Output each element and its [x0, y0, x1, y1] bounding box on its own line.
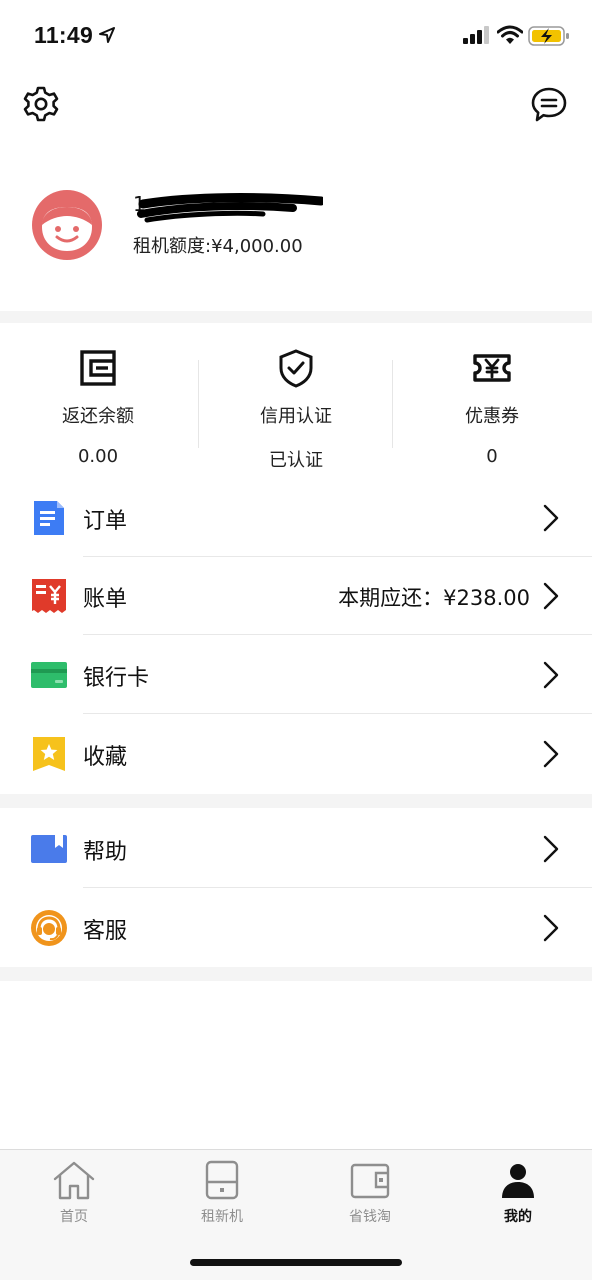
rental-credit-limit: 租机额度:¥4,000.00: [133, 236, 303, 257]
menu-item-bills[interactable]: 账单 本期应还：¥238.00: [0, 557, 592, 635]
message-bubble-icon[interactable]: [529, 84, 569, 124]
chevron-right-icon: [543, 504, 559, 532]
cellular-signal-icon: [463, 26, 489, 44]
wallet-tab-icon: [350, 1163, 390, 1199]
home-icon: [53, 1161, 95, 1200]
stat-title: 返还余额: [62, 406, 134, 427]
tab-home[interactable]: 首页: [0, 1160, 148, 1226]
bank-card-icon: [31, 662, 67, 688]
menu-item-favorites[interactable]: 收藏: [0, 715, 592, 793]
menu-label: 收藏: [83, 745, 128, 770]
tab-mine[interactable]: 我的: [444, 1160, 592, 1226]
phone-number-redacted: 1: [133, 190, 323, 224]
stat-return-balance[interactable]: 返还余额 0.00: [0, 348, 196, 467]
section-divider: [0, 794, 592, 808]
help-book-icon: [31, 835, 67, 863]
customer-service-icon: [31, 910, 67, 946]
person-icon: [502, 1164, 534, 1198]
menu-item-customer-service[interactable]: 客服: [0, 889, 592, 967]
avatar[interactable]: [31, 189, 103, 261]
chevron-right-icon: [543, 914, 559, 942]
chevron-right-icon: [543, 835, 559, 863]
redaction-scribble: [137, 193, 323, 223]
tab-label: 首页: [60, 1209, 88, 1225]
section-divider: [0, 311, 592, 323]
status-bar: 11:49: [0, 0, 592, 70]
menu-item-bank-cards[interactable]: 银行卡: [0, 636, 592, 714]
section-divider: [0, 967, 592, 981]
tab-label: 租新机: [201, 1209, 243, 1225]
row-divider: [83, 634, 592, 635]
menu-label: 客服: [83, 919, 128, 944]
stat-divider: [392, 360, 393, 448]
shield-check-icon: [279, 349, 313, 388]
order-document-icon: [34, 501, 64, 535]
wallet-icon: [80, 350, 116, 386]
stat-value: 已认证: [269, 450, 323, 471]
row-divider: [83, 713, 592, 714]
stat-credit-verification[interactable]: 信用认证 已认证: [198, 348, 394, 472]
settings-gear-icon[interactable]: [21, 84, 61, 124]
menu-label: 订单: [83, 509, 128, 534]
row-divider: [83, 887, 592, 888]
home-indicator: [190, 1259, 402, 1266]
menu-label: 帮助: [83, 840, 128, 865]
status-time: 11:49: [34, 22, 94, 48]
stat-value: 0.00: [77, 446, 119, 467]
tab-save-money[interactable]: 省钱淘: [296, 1160, 444, 1226]
location-arrow-icon: [99, 27, 115, 43]
battery-charging-icon: [528, 26, 569, 46]
bill-amount-due: 本期应还：¥238.00: [338, 586, 530, 610]
chevron-right-icon: [543, 740, 559, 768]
wifi-icon: [497, 25, 523, 44]
stat-title: 优惠券: [465, 406, 519, 427]
menu-item-help[interactable]: 帮助: [0, 810, 592, 888]
chevron-right-icon: [543, 661, 559, 689]
coupon-icon: [473, 354, 511, 382]
stat-value: 0: [486, 446, 498, 467]
tab-rent-new-phone[interactable]: 租新机: [148, 1160, 296, 1226]
menu-label: 账单: [83, 587, 128, 612]
favorite-star-icon: [33, 737, 65, 771]
phone-device-icon: [205, 1160, 239, 1200]
menu-item-orders[interactable]: 订单: [0, 479, 592, 557]
tab-label: 我的: [504, 1209, 532, 1225]
menu-label: 银行卡: [83, 666, 150, 691]
tab-label: 省钱淘: [349, 1209, 391, 1225]
bill-icon: [32, 579, 66, 613]
stat-coupons[interactable]: 优惠券 0: [394, 348, 590, 467]
stat-title: 信用认证: [260, 406, 332, 427]
chevron-right-icon: [543, 582, 559, 610]
